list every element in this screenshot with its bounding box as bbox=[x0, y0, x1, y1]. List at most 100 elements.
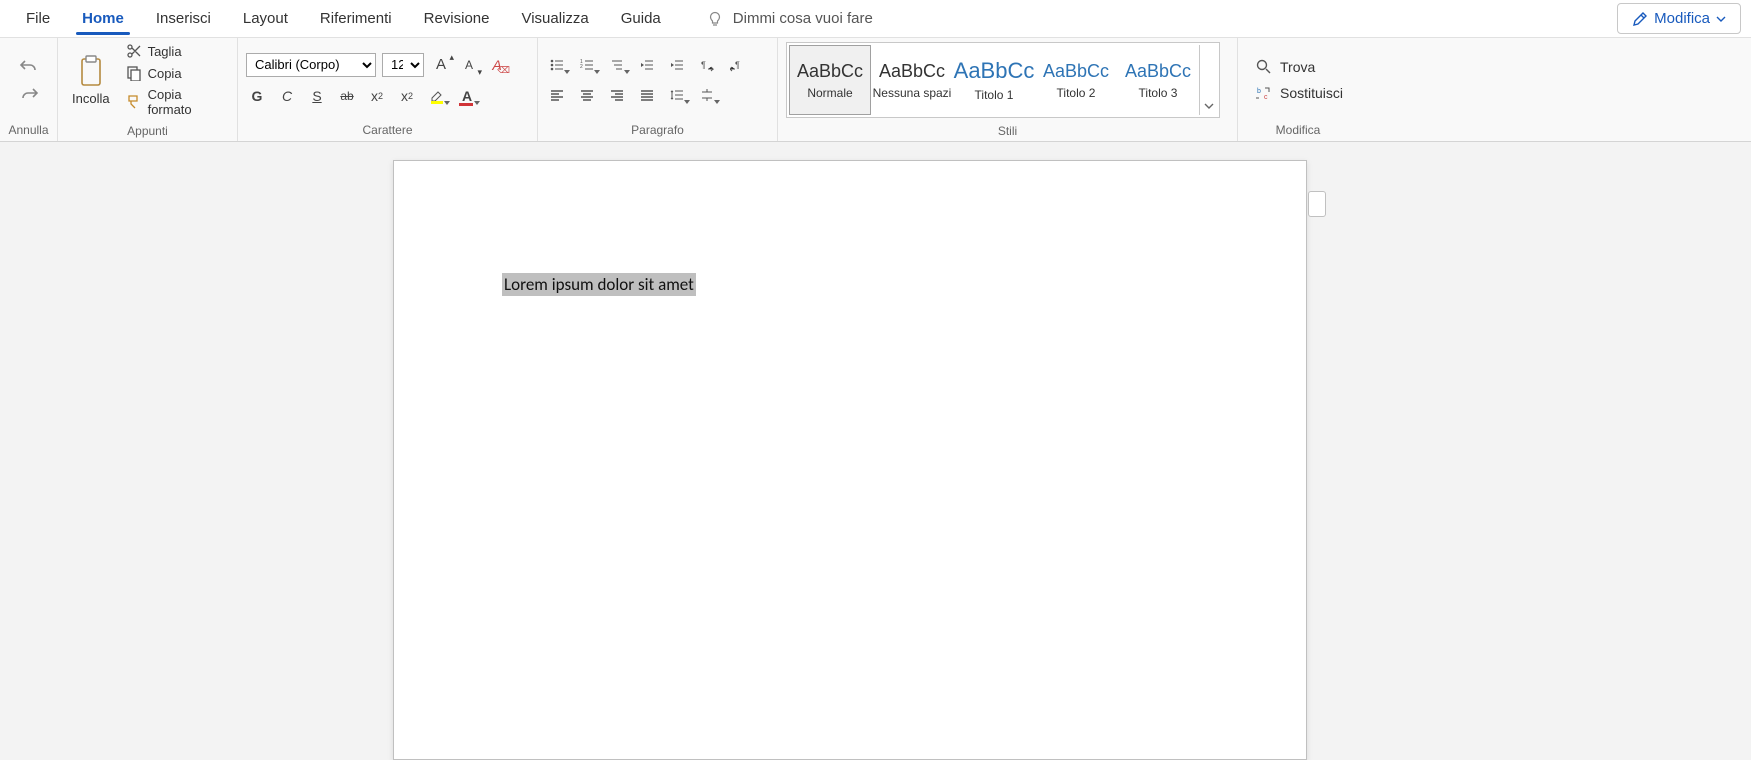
undo-button[interactable] bbox=[18, 55, 40, 77]
subscript-button[interactable]: x2 bbox=[366, 85, 388, 107]
styles-gallery-more[interactable] bbox=[1199, 45, 1217, 115]
paragraph-spacing-button[interactable] bbox=[696, 84, 718, 106]
rtl-icon: ¶ bbox=[730, 58, 744, 72]
justify-button[interactable] bbox=[636, 84, 658, 106]
group-styles-label: Stili bbox=[778, 122, 1237, 142]
style-heading-2[interactable]: AaBbCc Titolo 2 bbox=[1035, 45, 1117, 115]
format-painter-button[interactable]: Copia formato bbox=[122, 86, 229, 118]
tab-review[interactable]: Revisione bbox=[408, 2, 506, 35]
style-no-spacing[interactable]: AaBbCc Nessuna spazi bbox=[871, 45, 953, 115]
align-right-button[interactable] bbox=[606, 84, 628, 106]
cut-button[interactable]: Taglia bbox=[122, 42, 229, 60]
highlight-color-button[interactable] bbox=[426, 85, 448, 107]
selected-text[interactable]: Lorem ipsum dolor sit amet bbox=[502, 273, 696, 296]
style-sample: AaBbCc bbox=[1125, 61, 1191, 82]
style-heading-1[interactable]: AaBbCc Titolo 1 bbox=[953, 45, 1035, 115]
editing-mode-button[interactable]: Modifica bbox=[1617, 3, 1741, 34]
decrease-indent-button[interactable] bbox=[636, 54, 658, 76]
editing-mode-label: Modifica bbox=[1654, 10, 1710, 27]
tab-insert[interactable]: Inserisci bbox=[140, 2, 227, 35]
ribbon: Annulla Incolla Taglia Copia Copia form bbox=[0, 38, 1751, 142]
font-color-button[interactable]: A bbox=[456, 85, 478, 107]
italic-button[interactable]: C bbox=[276, 85, 298, 107]
numbering-icon: 12 bbox=[580, 58, 594, 72]
style-name-label: Titolo 1 bbox=[975, 88, 1014, 102]
numbering-button[interactable]: 12 bbox=[576, 54, 598, 76]
cut-label: Taglia bbox=[148, 44, 182, 59]
align-left-icon bbox=[550, 88, 564, 102]
svg-text:c: c bbox=[1264, 94, 1268, 101]
decrease-font-button[interactable]: A▾ bbox=[458, 54, 480, 76]
increase-font-button[interactable]: A▴ bbox=[430, 54, 452, 76]
redo-button[interactable] bbox=[18, 83, 40, 105]
group-undo: Annulla bbox=[0, 38, 58, 141]
pencil-icon bbox=[1632, 11, 1648, 27]
find-button[interactable]: Trova bbox=[1256, 59, 1343, 75]
multilevel-list-button[interactable] bbox=[606, 54, 628, 76]
bullets-icon bbox=[550, 58, 564, 72]
strikethrough-button[interactable]: ab bbox=[336, 85, 358, 107]
style-name-label: Titolo 3 bbox=[1139, 86, 1178, 100]
tab-file[interactable]: File bbox=[10, 2, 66, 35]
tell-me-label: Dimmi cosa vuoi fare bbox=[733, 10, 873, 27]
tab-view[interactable]: Visualizza bbox=[505, 2, 604, 35]
style-sample: AaBbCc bbox=[1043, 61, 1109, 82]
tab-home[interactable]: Home bbox=[66, 2, 140, 35]
bold-button[interactable]: G bbox=[246, 85, 268, 107]
multilevel-icon bbox=[610, 58, 624, 72]
group-clipboard-label: Appunti bbox=[58, 122, 237, 142]
style-heading-3[interactable]: AaBbCc Titolo 3 bbox=[1117, 45, 1199, 115]
copy-button[interactable]: Copia bbox=[122, 64, 229, 82]
line-spacing-button[interactable] bbox=[666, 84, 688, 106]
document-page[interactable]: Lorem ipsum dolor sit amet bbox=[393, 160, 1307, 760]
align-center-button[interactable] bbox=[576, 84, 598, 106]
align-right-icon bbox=[610, 88, 624, 102]
align-center-icon bbox=[580, 88, 594, 102]
replace-icon: bc bbox=[1256, 85, 1272, 101]
bullets-button[interactable] bbox=[546, 54, 568, 76]
redo-icon bbox=[19, 86, 39, 102]
group-undo-label: Annulla bbox=[0, 121, 57, 141]
style-name-label: Titolo 2 bbox=[1057, 86, 1096, 100]
tell-me-search[interactable]: Dimmi cosa vuoi fare bbox=[707, 10, 873, 27]
chevron-down-icon bbox=[1716, 14, 1726, 24]
superscript-button[interactable]: x2 bbox=[396, 85, 418, 107]
style-sample: AaBbCc bbox=[797, 61, 863, 82]
style-sample: AaBbCc bbox=[879, 61, 945, 82]
style-normal[interactable]: AaBbCc Normale bbox=[789, 45, 871, 115]
style-name-label: Normale bbox=[807, 86, 852, 100]
tab-layout[interactable]: Layout bbox=[227, 2, 304, 35]
svg-text:¶: ¶ bbox=[701, 60, 706, 70]
tab-references[interactable]: Riferimenti bbox=[304, 2, 408, 35]
style-gallery: AaBbCc Normale AaBbCc Nessuna spazi AaBb… bbox=[786, 42, 1220, 118]
group-editing: Trova bc Sostituisci Modifica bbox=[1238, 38, 1358, 141]
undo-icon bbox=[19, 58, 39, 74]
group-font: Calibri (Corpo) 12 A▴ A▾ A⌫ G C S ab x2 … bbox=[238, 38, 538, 141]
para-spacing-icon bbox=[700, 88, 714, 102]
ltr-icon: ¶ bbox=[700, 58, 714, 72]
line-spacing-icon bbox=[670, 88, 684, 102]
comments-pane-toggle[interactable] bbox=[1308, 191, 1326, 217]
font-name-select[interactable]: Calibri (Corpo) bbox=[246, 53, 376, 77]
group-paragraph-label: Paragrafo bbox=[538, 121, 777, 141]
paste-button[interactable]: Incolla bbox=[66, 53, 116, 108]
svg-text:b: b bbox=[1257, 88, 1261, 95]
replace-button[interactable]: bc Sostituisci bbox=[1256, 85, 1343, 101]
group-font-label: Carattere bbox=[238, 121, 537, 141]
clear-formatting-button[interactable]: A⌫ bbox=[486, 54, 508, 76]
increase-indent-button[interactable] bbox=[666, 54, 688, 76]
rtl-button[interactable]: ¶ bbox=[726, 54, 748, 76]
svg-text:¶: ¶ bbox=[735, 60, 740, 70]
font-size-select[interactable]: 12 bbox=[382, 53, 424, 77]
lightbulb-icon bbox=[707, 11, 723, 27]
group-clipboard: Incolla Taglia Copia Copia formato Appun… bbox=[58, 38, 238, 141]
tab-help[interactable]: Guida bbox=[605, 2, 677, 35]
justify-icon bbox=[640, 88, 654, 102]
align-left-button[interactable] bbox=[546, 84, 568, 106]
underline-button[interactable]: S bbox=[306, 85, 328, 107]
outdent-icon bbox=[640, 58, 654, 72]
search-icon bbox=[1256, 59, 1272, 75]
ltr-button[interactable]: ¶ bbox=[696, 54, 718, 76]
group-editing-label: Modifica bbox=[1238, 121, 1358, 141]
highlight-icon bbox=[429, 88, 445, 104]
